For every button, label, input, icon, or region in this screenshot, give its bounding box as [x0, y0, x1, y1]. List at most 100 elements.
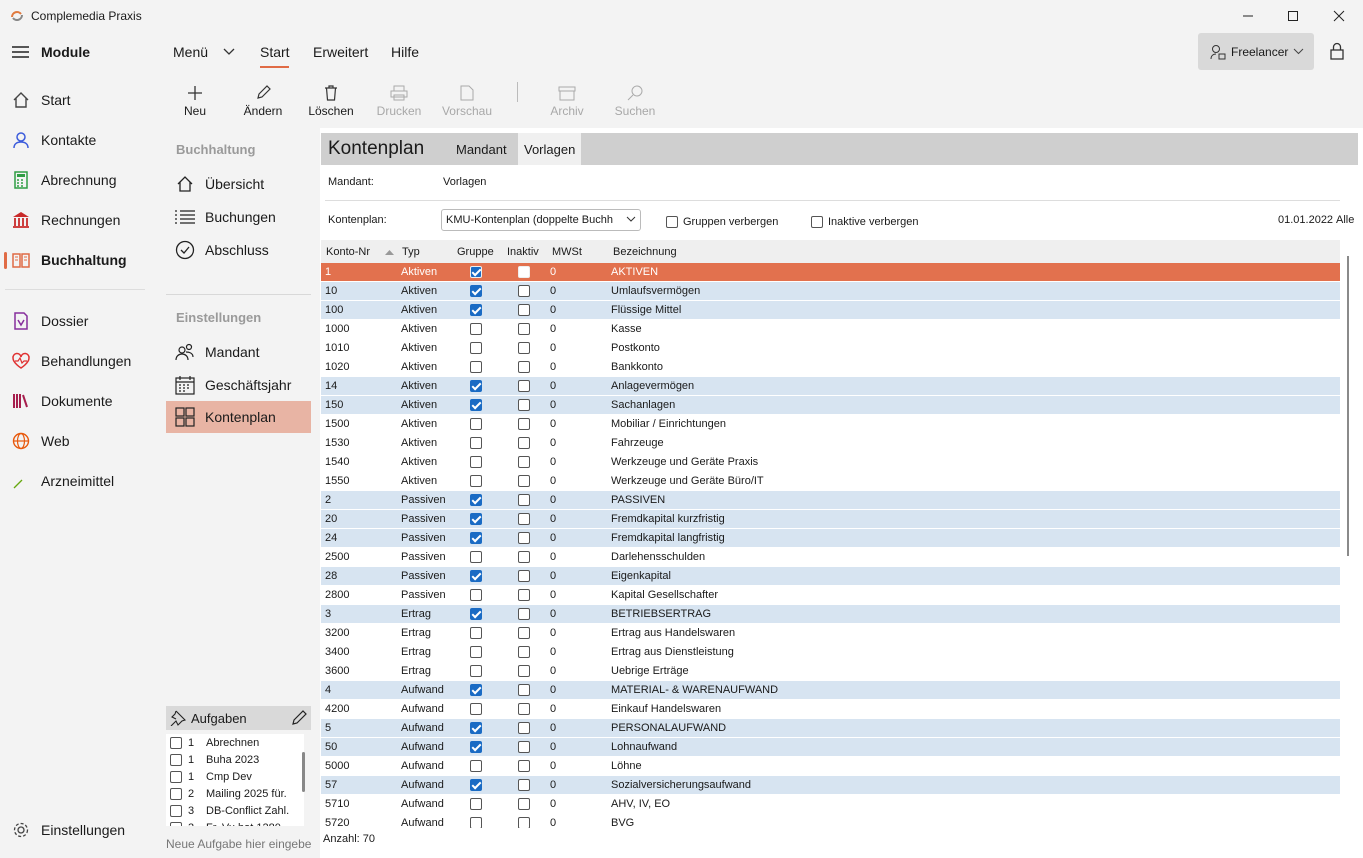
sidebar-item-buchhaltung[interactable]: Buchhaltung: [0, 243, 160, 277]
inaktiv-checkbox[interactable]: [518, 342, 530, 354]
table-row[interactable]: 3 Ertrag 0 BETRIEBSERTRAG: [321, 605, 1340, 624]
task-checkbox[interactable]: [170, 804, 182, 817]
inaktiv-checkbox[interactable]: [518, 323, 530, 335]
col-bezeichnung[interactable]: Bezeichnung: [613, 246, 677, 258]
task-item[interactable]: 1 Abrechnen: [166, 734, 304, 751]
subnav-item-geschaeftsjahr[interactable]: Geschäftsjahr: [166, 369, 311, 401]
task-checkbox[interactable]: [170, 736, 182, 749]
gruppe-checkbox[interactable]: [470, 456, 482, 468]
table-row[interactable]: 28 Passiven 0 Eigenkapital: [321, 567, 1340, 586]
table-row[interactable]: 150 Aktiven 0 Sachanlagen: [321, 396, 1340, 415]
inaktiv-checkbox[interactable]: [518, 779, 530, 791]
col-gruppe[interactable]: Gruppe: [457, 246, 494, 258]
task-checkbox[interactable]: [170, 821, 182, 826]
gruppe-checkbox[interactable]: [470, 779, 482, 791]
search-button[interactable]: Suchen: [605, 82, 665, 118]
preview-button[interactable]: Vorschau: [437, 82, 497, 118]
maximize-button[interactable]: [1270, 0, 1316, 32]
sidebar-item-dokumente[interactable]: Dokumente: [0, 384, 160, 418]
inaktiv-checkbox[interactable]: [518, 304, 530, 316]
task-checkbox[interactable]: [170, 753, 182, 766]
gruppe-checkbox[interactable]: [470, 741, 482, 753]
table-row[interactable]: 20 Passiven 0 Fremdkapital kurzfristig: [321, 510, 1340, 529]
inaktiv-checkbox[interactable]: [518, 380, 530, 392]
sidebar-item-web[interactable]: Web: [0, 424, 160, 458]
table-row[interactable]: 10 Aktiven 0 Umlaufsvermögen: [321, 282, 1340, 301]
filter-all[interactable]: Alle: [1336, 214, 1354, 226]
table-row[interactable]: 100 Aktiven 0 Flüssige Mittel: [321, 301, 1340, 320]
gruppe-checkbox[interactable]: [470, 589, 482, 601]
edit-button[interactable]: Ändern: [233, 82, 293, 118]
tab-vorlagen[interactable]: Vorlagen: [518, 133, 582, 165]
task-item[interactable]: 1 Buha 2023: [166, 751, 304, 768]
close-button[interactable]: [1316, 0, 1362, 32]
col-inaktiv[interactable]: Inaktiv: [507, 246, 539, 258]
gruppe-checkbox[interactable]: [470, 665, 482, 677]
table-row[interactable]: 1000 Aktiven 0 Kasse: [321, 320, 1340, 339]
inaktiv-checkbox[interactable]: [518, 608, 530, 620]
gruppe-checkbox[interactable]: [470, 798, 482, 810]
gruppe-checkbox[interactable]: [470, 342, 482, 354]
inaktiv-checkbox[interactable]: [518, 627, 530, 639]
minimize-button[interactable]: [1225, 0, 1271, 32]
tab-mandant[interactable]: Mandant: [450, 133, 513, 165]
sidebar-item-dossier[interactable]: Dossier: [0, 304, 160, 338]
table-row[interactable]: 1500 Aktiven 0 Mobiliar / Einrichtungen: [321, 415, 1340, 434]
gruppe-checkbox[interactable]: [470, 627, 482, 639]
gruppe-checkbox[interactable]: [470, 817, 482, 828]
sidebar-item-einstellungen[interactable]: Einstellungen: [0, 813, 160, 847]
inaktiv-checkbox[interactable]: [518, 399, 530, 411]
sidebar-item-kontakte[interactable]: Kontakte: [0, 123, 160, 157]
table-row[interactable]: 4200 Aufwand 0 Einkauf Handelswaren: [321, 700, 1340, 719]
subnav-item-abschluss[interactable]: Abschluss: [166, 234, 311, 266]
delete-button[interactable]: Löschen: [301, 82, 361, 118]
gruppe-checkbox[interactable]: [470, 285, 482, 297]
table-row[interactable]: 5000 Aufwand 0 Löhne: [321, 757, 1340, 776]
inaktiv-checkbox[interactable]: [518, 285, 530, 297]
table-row[interactable]: 4 Aufwand 0 MATERIAL- & WARENAUFWAND: [321, 681, 1340, 700]
col-mwst[interactable]: MWSt: [552, 246, 582, 258]
gruppe-checkbox[interactable]: [470, 722, 482, 734]
hide-groups-checkbox[interactable]: Gruppen verbergen: [666, 216, 778, 228]
sidebar-item-abrechnung[interactable]: Abrechnung: [0, 163, 160, 197]
col-typ[interactable]: Typ: [402, 246, 420, 258]
archive-button[interactable]: Archiv: [537, 82, 597, 118]
chevron-down-icon[interactable]: [223, 48, 235, 56]
table-row[interactable]: 50 Aufwand 0 Lohnaufwand: [321, 738, 1340, 757]
gruppe-checkbox[interactable]: [470, 266, 482, 278]
gruppe-checkbox[interactable]: [470, 418, 482, 430]
table-row[interactable]: 3400 Ertrag 0 Ertrag aus Dienstleistung: [321, 643, 1340, 662]
gruppe-checkbox[interactable]: [470, 437, 482, 449]
table-row[interactable]: 1550 Aktiven 0 Werkzeuge und Geräte Büro/IT: [321, 472, 1340, 491]
table-row[interactable]: 2800 Passiven 0 Kapital Gesellschafter: [321, 586, 1340, 605]
table-row[interactable]: 3200 Ertrag 0 Ertrag aus Handelswaren: [321, 624, 1340, 643]
task-item[interactable]: 2 Mailing 2025 für.: [166, 785, 304, 802]
menu-tab-menu[interactable]: Menü: [173, 44, 208, 60]
module-header[interactable]: Module: [12, 44, 90, 60]
print-button[interactable]: Drucken: [369, 82, 429, 118]
table-row[interactable]: 1010 Aktiven 0 Postkonto: [321, 339, 1340, 358]
gruppe-checkbox[interactable]: [470, 304, 482, 316]
table-row[interactable]: 2 Passiven 0 PASSIVEN: [321, 491, 1340, 510]
inaktiv-checkbox[interactable]: [518, 494, 530, 506]
table-row[interactable]: 5 Aufwand 0 PERSONALAUFWAND: [321, 719, 1340, 738]
inaktiv-checkbox[interactable]: [518, 418, 530, 430]
task-item[interactable]: 3 DB-Conflict Zahl.: [166, 802, 304, 819]
gruppe-checkbox[interactable]: [470, 380, 482, 392]
table-row[interactable]: 3600 Ertrag 0 Uebrige Erträge: [321, 662, 1340, 681]
lock-icon[interactable]: [1330, 42, 1344, 60]
menu-tab-erweitert[interactable]: Erweitert: [313, 44, 368, 60]
inaktiv-checkbox[interactable]: [518, 551, 530, 563]
inaktiv-checkbox[interactable]: [518, 589, 530, 601]
gruppe-checkbox[interactable]: [470, 361, 482, 373]
inaktiv-checkbox[interactable]: [518, 798, 530, 810]
inaktiv-checkbox[interactable]: [518, 532, 530, 544]
inaktiv-checkbox[interactable]: [518, 266, 530, 278]
table-row[interactable]: 24 Passiven 0 Fremdkapital langfristig: [321, 529, 1340, 548]
inaktiv-checkbox[interactable]: [518, 817, 530, 828]
inaktiv-checkbox[interactable]: [518, 684, 530, 696]
menu-tab-start[interactable]: Start: [260, 44, 290, 60]
gruppe-checkbox[interactable]: [470, 684, 482, 696]
table-row[interactable]: 1 Aktiven 0 AKTIVEN: [321, 263, 1340, 282]
task-item[interactable]: 3 Fr. Vu hat 1280: [166, 819, 304, 826]
